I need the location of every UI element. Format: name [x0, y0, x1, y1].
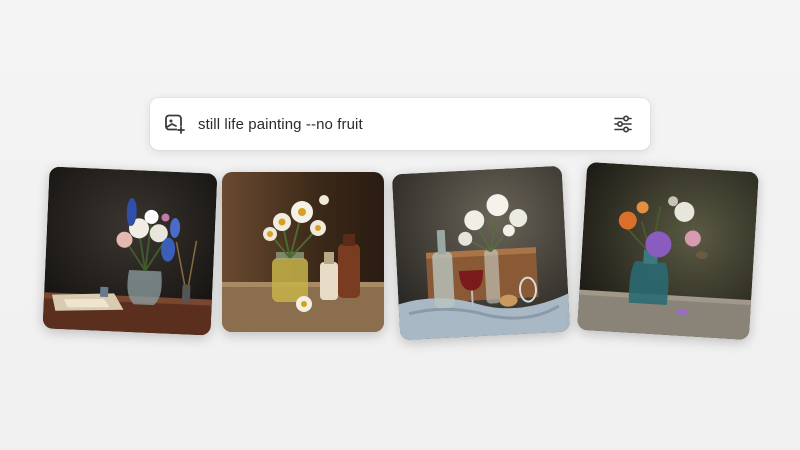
generated-image-4[interactable] — [577, 161, 759, 341]
prompt-input[interactable]: still life painting --no fruit — [198, 116, 612, 133]
prompt-bar[interactable]: still life painting --no fruit — [150, 98, 650, 150]
generated-image-3[interactable] — [391, 165, 571, 341]
add-image-icon[interactable] — [164, 113, 186, 135]
canvas: still life painting --no fruit — [0, 0, 800, 450]
sliders-icon[interactable] — [612, 113, 634, 135]
generated-image-2[interactable] — [222, 172, 384, 332]
generated-image-1[interactable] — [42, 166, 218, 336]
